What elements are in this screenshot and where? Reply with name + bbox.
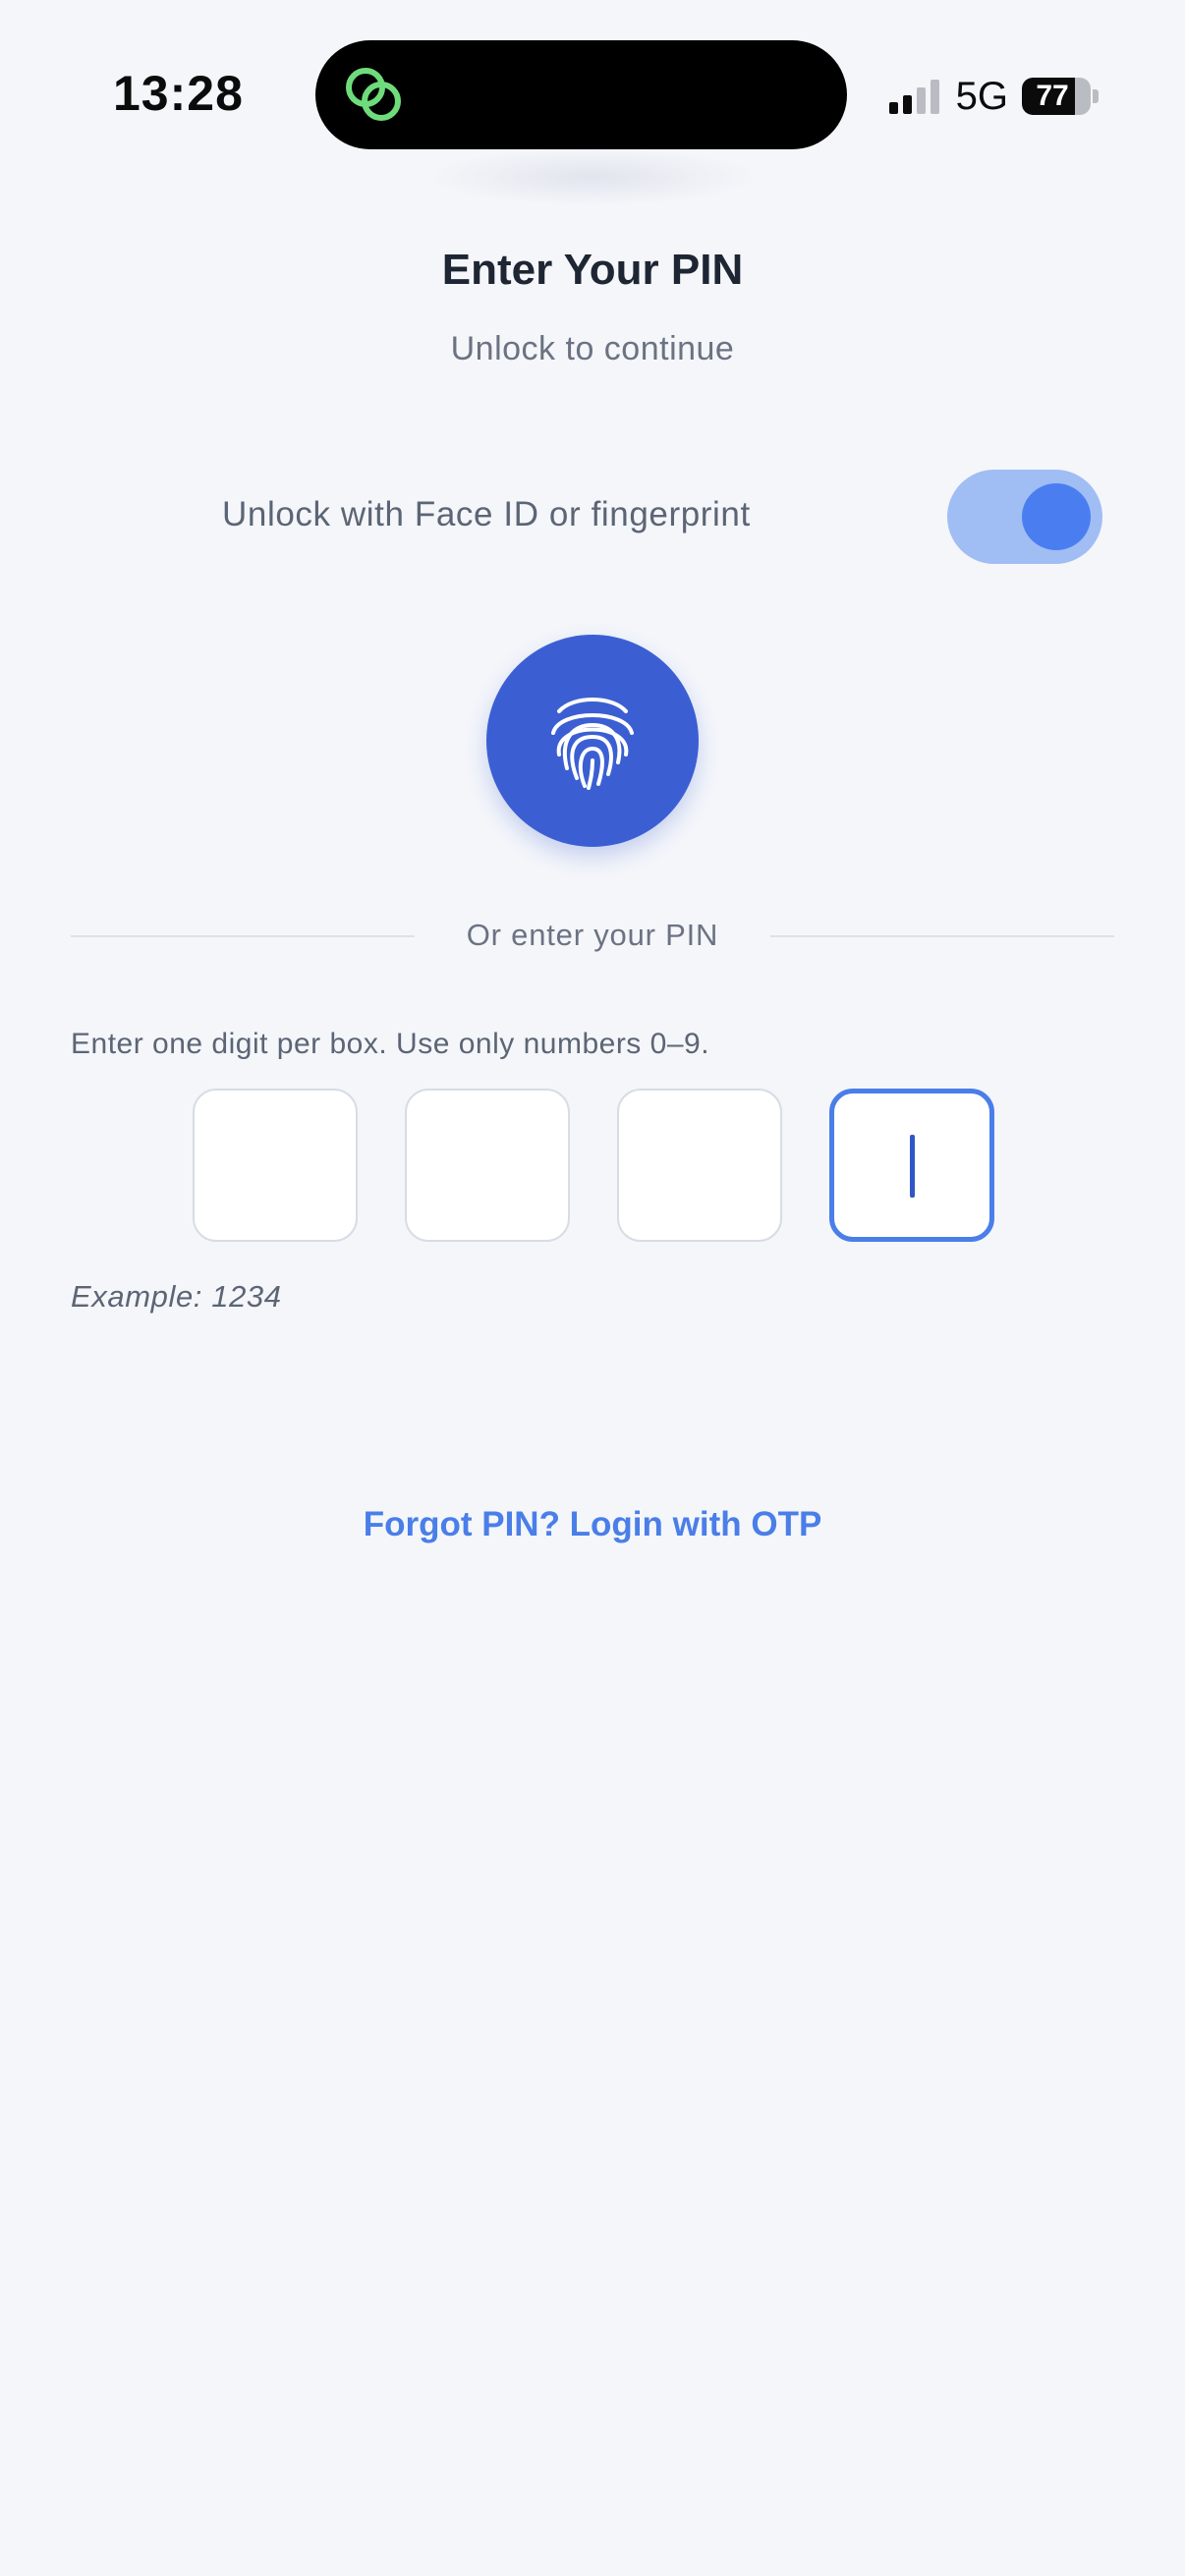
dynamic-island	[315, 40, 847, 149]
divider-line-right	[770, 935, 1114, 937]
fingerprint-unlock-button[interactable]	[486, 635, 699, 847]
toggle-knob	[1022, 483, 1091, 550]
biometric-setting-row: Unlock with Face ID or fingerprint	[0, 470, 1185, 568]
pin-digit-3[interactable]	[617, 1089, 782, 1242]
battery-cap	[1093, 89, 1099, 103]
header-shadow	[425, 147, 760, 206]
battery-icon: 77	[1022, 78, 1091, 115]
cellular-signal-icon	[888, 80, 939, 114]
battery-percent: 77	[1036, 80, 1069, 112]
page-title: Enter Your PIN	[441, 246, 744, 294]
network-type: 5G	[955, 74, 1008, 118]
page-subtitle: Unlock to continue	[450, 330, 735, 367]
status-time: 13:28	[113, 66, 244, 121]
status-indicators: 5G 77	[887, 71, 1099, 122]
pin-divider: Or enter your PIN	[71, 916, 1114, 959]
forgot-pin-otp-link[interactable]: Forgot PIN? Login with OTP	[0, 1505, 1185, 1544]
biometric-toggle-label: Unlock with Face ID or fingerprint	[222, 495, 751, 533]
pin-example-hint: Example: 1234	[71, 1279, 282, 1314]
pin-digit-2[interactable]	[405, 1089, 570, 1242]
pin-digit-1[interactable]	[193, 1089, 358, 1242]
pin-instructions: Enter one digit per box. Use only number…	[71, 1028, 710, 1060]
pin-input-group	[193, 1089, 994, 1244]
pin-digit-4-focused[interactable]	[829, 1089, 994, 1242]
fingerprint-icon	[551, 698, 634, 790]
biometric-toggle[interactable]	[947, 470, 1102, 564]
linked-rings-icon	[346, 68, 401, 121]
text-cursor	[910, 1135, 915, 1198]
